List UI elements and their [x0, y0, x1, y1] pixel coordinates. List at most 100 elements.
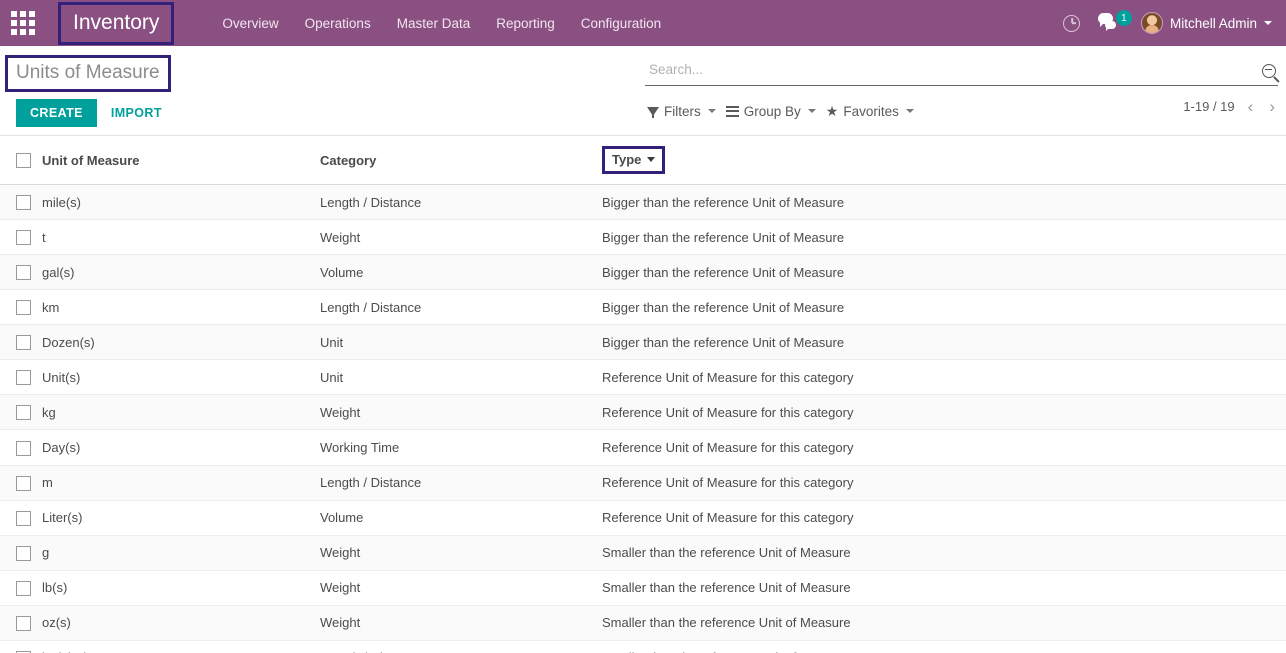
table-header-row: Unit of Measure Category Type: [0, 136, 1286, 185]
row-cell-type: Reference Unit of Measure for this categ…: [602, 394, 1286, 431]
table-row[interactable]: inch(es)Length / DistanceSmaller than th…: [0, 640, 1286, 653]
row-checkbox[interactable]: [16, 265, 31, 281]
search-input[interactable]: [645, 62, 1262, 79]
table-row[interactable]: oz(s) Weight Smaller than the reference Un…: [0, 605, 1286, 641]
table-row[interactable]: mile(s) Length / Distance Bigger than the …: [0, 184, 1286, 221]
row-cell-category: Weight: [320, 570, 602, 606]
menu-item-operations[interactable]: Operations: [292, 2, 384, 45]
row-cell-category: Length / Distance: [320, 184, 602, 221]
list-lines-icon: [725, 105, 739, 117]
menu-item-reporting[interactable]: Reporting: [483, 2, 568, 45]
table-row[interactable]: gal(s) Volume Bigger than the reference Un…: [0, 254, 1286, 291]
table-row[interactable]: Dozen(s) Unit Bigger than the reference Un…: [0, 324, 1286, 361]
sort-descending-icon: [647, 157, 656, 162]
top-navbar: Inventory Overview Operations Master Dat…: [0, 0, 1286, 46]
column-header-type-sort[interactable]: Type: [602, 146, 666, 174]
column-header-type: Type: [602, 136, 1286, 185]
column-header-category[interactable]: Category: [320, 136, 602, 185]
brand-highlight: Inventory: [58, 1, 175, 45]
row-checkbox[interactable]: [16, 230, 31, 246]
table-row[interactable]: kg Weight Reference Unit of Measure for th…: [0, 394, 1286, 431]
row-cell-name: mile(s): [42, 184, 320, 221]
row-checkbox[interactable]: [16, 475, 31, 491]
row-checkbox[interactable]: [16, 580, 31, 596]
row-checkbox[interactable]: [16, 545, 31, 561]
apps-menu-button[interactable]: [0, 0, 46, 46]
row-checkbox[interactable]: [16, 335, 31, 351]
create-button[interactable]: CREATE: [16, 99, 97, 127]
activities-button[interactable]: [1055, 0, 1089, 46]
chevron-down-icon: [707, 109, 716, 113]
row-cell-name: oz(s): [42, 605, 320, 641]
row-select-cell: [0, 359, 42, 396]
control-panel-right: Filters Group By ★ Favorites 1-19 / 19 ‹…: [645, 46, 1278, 124]
row-cell-category: Weight: [320, 219, 602, 256]
select-all-checkbox[interactable]: [16, 153, 31, 169]
avatar: [1140, 12, 1163, 34]
chevron-down-icon: [1264, 21, 1272, 25]
row-checkbox[interactable]: [16, 510, 31, 526]
messages-button[interactable]: 1: [1093, 0, 1133, 46]
row-cell-name: m: [42, 465, 320, 501]
menu-item-overview[interactable]: Overview: [209, 2, 291, 45]
row-cell-type: Bigger than the reference Unit of Measur…: [602, 254, 1286, 291]
row-cell-category: Weight: [320, 394, 602, 431]
user-name: Mitchell Admin: [1169, 15, 1257, 31]
menu-item-master-data[interactable]: Master Data: [384, 2, 484, 45]
row-cell-type: Bigger than the reference Unit of Measur…: [602, 219, 1286, 256]
row-cell-type: Bigger than the reference Unit of Measur…: [602, 289, 1286, 326]
pager: 1-19 / 19 ‹ ›: [1183, 98, 1278, 115]
group-by-dropdown[interactable]: Group By: [724, 101, 824, 122]
row-cell-category: Volume: [320, 500, 602, 536]
messages-counter-badge: 1: [1115, 10, 1132, 26]
table-row[interactable]: Unit(s) Unit Reference Unit of Measure for…: [0, 359, 1286, 396]
row-cell-name: gal(s): [42, 254, 320, 291]
row-checkbox[interactable]: [16, 615, 31, 631]
import-button[interactable]: IMPORT: [107, 99, 166, 127]
units-of-measure-table: Unit of Measure Category Type mile(s) Len…: [0, 136, 1286, 653]
navbar-right-tools: 1 Mitchell Admin: [1055, 0, 1278, 46]
row-select-cell: [0, 184, 42, 221]
chevron-left-icon[interactable]: ‹: [1245, 98, 1257, 115]
table-row[interactable]: lb(s) Weight Smaller than the reference Un…: [0, 570, 1286, 606]
column-header-name[interactable]: Unit of Measure: [42, 136, 320, 185]
favorites-dropdown[interactable]: ★ Favorites: [824, 101, 922, 122]
chevron-right-icon[interactable]: ›: [1266, 98, 1278, 115]
select-all-cell: [0, 136, 42, 185]
table-row[interactable]: km Length / Distance Bigger than the refer…: [0, 289, 1286, 326]
row-cell-category: Weight: [320, 605, 602, 641]
row-checkbox[interactable]: [16, 195, 31, 211]
filters-label: Filters: [664, 103, 701, 119]
control-panel-left: Units of Measure CREATE IMPORT: [0, 46, 171, 127]
filters-dropdown[interactable]: Filters: [645, 101, 724, 122]
table-row[interactable]: m Length / Distance Reference Unit of Meas…: [0, 465, 1286, 501]
row-checkbox[interactable]: [16, 300, 31, 316]
row-cell-type: Reference Unit of Measure for this categ…: [602, 500, 1286, 536]
row-select-cell: [0, 429, 42, 466]
filter-toolbar: Filters Group By ★ Favorites 1-19 / 19 ‹…: [645, 98, 1278, 124]
page-title: Units of Measure: [5, 55, 171, 92]
row-cell-category: Length / Distance: [320, 640, 602, 653]
chevron-down-icon: [905, 109, 914, 113]
search-minus-icon[interactable]: [1262, 63, 1276, 78]
table-row[interactable]: g Weight Smaller than the reference Unit o…: [0, 535, 1286, 571]
table-row[interactable]: Liter(s) Volume Reference Unit of Measure …: [0, 500, 1286, 536]
menu-item-configuration[interactable]: Configuration: [568, 2, 674, 45]
row-checkbox[interactable]: [16, 370, 31, 386]
pager-range: 1-19 / 19: [1183, 99, 1235, 114]
row-cell-name: kg: [42, 394, 320, 431]
row-select-cell: [0, 324, 42, 361]
row-cell-category: Working Time: [320, 429, 602, 466]
apps-grid-icon: [11, 11, 35, 35]
table-row[interactable]: Day(s) Working Time Reference Unit of Meas…: [0, 429, 1286, 466]
table-row[interactable]: t Weight Bigger than the reference Unit of…: [0, 219, 1286, 256]
user-menu[interactable]: Mitchell Admin: [1137, 12, 1278, 34]
app-brand-inventory[interactable]: Inventory: [58, 1, 175, 45]
row-checkbox[interactable]: [16, 440, 31, 456]
star-icon: ★: [825, 103, 839, 119]
row-cell-name: km: [42, 289, 320, 326]
control-panel-buttons: CREATE IMPORT: [16, 99, 171, 127]
table-body: mile(s) Length / Distance Bigger than the …: [0, 184, 1286, 653]
row-checkbox[interactable]: [16, 405, 31, 421]
row-cell-type: Reference Unit of Measure for this categ…: [602, 359, 1286, 396]
